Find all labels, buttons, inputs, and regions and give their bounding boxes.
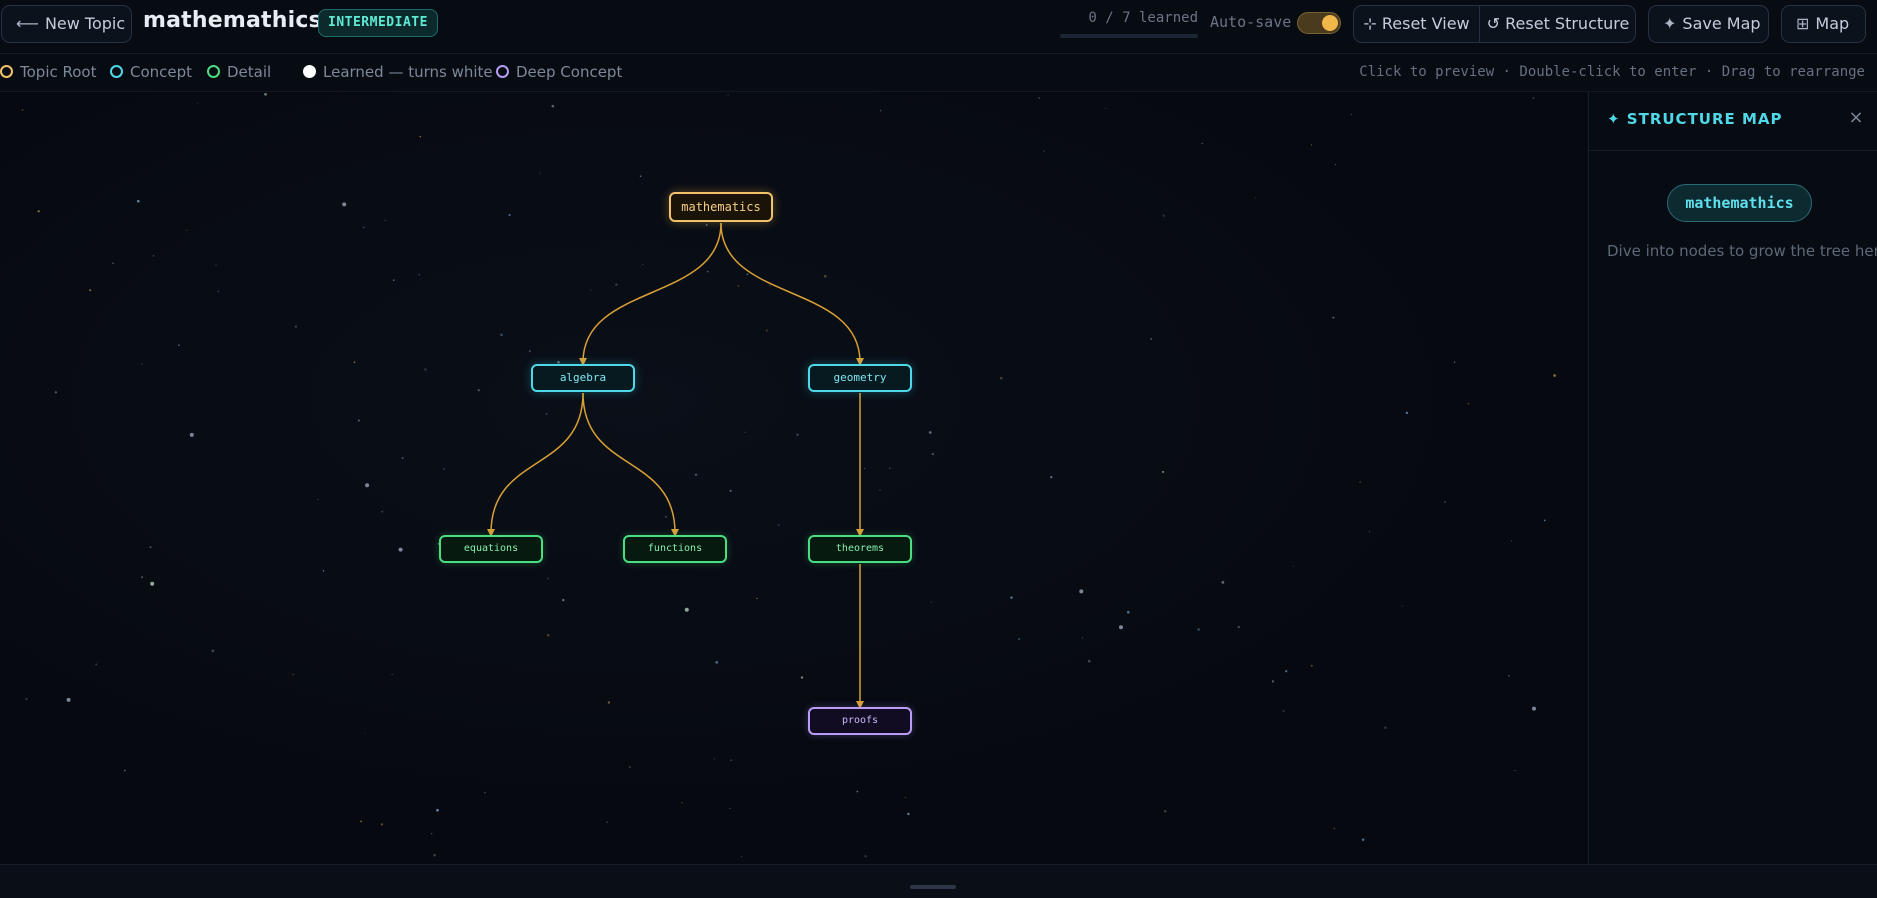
view-button-group: ⊹ Reset View ↺ Reset Structure bbox=[1353, 5, 1636, 43]
structure-map-empty-note: Dive into nodes to grow the tree here. bbox=[1607, 242, 1877, 260]
node-mathematics[interactable]: mathematics bbox=[669, 192, 773, 222]
grid-icon: ⊞ bbox=[1796, 14, 1810, 33]
autosave-toggle[interactable] bbox=[1297, 12, 1341, 34]
interaction-hint: Click to preview · Double-click to enter… bbox=[1359, 64, 1865, 80]
legend-bar: Topic Root Concept Detail Learned — turn… bbox=[0, 54, 1877, 92]
circle-outline-icon bbox=[110, 65, 123, 78]
crosshair-icon: ⊹ bbox=[1363, 14, 1377, 33]
circle-outline-icon bbox=[496, 65, 509, 78]
map-label: Map bbox=[1815, 14, 1850, 33]
structure-map-panel: ✦ STRUCTURE MAP × mathemathics Dive into… bbox=[1588, 92, 1877, 864]
legend-item-learned: Learned — turns white bbox=[303, 54, 493, 92]
save-map-label: Save Map bbox=[1682, 14, 1761, 33]
new-topic-button[interactable]: ⟵ New Topic bbox=[1, 5, 132, 43]
bottom-drawer-bar bbox=[0, 864, 1877, 898]
node-theorems[interactable]: theorems bbox=[808, 535, 912, 563]
arrow-left-icon: ⟵ bbox=[16, 14, 39, 33]
reset-icon: ↺ bbox=[1486, 14, 1501, 33]
structure-map-header: ✦ STRUCTURE MAP × bbox=[1589, 92, 1877, 151]
legend-label: Deep Concept bbox=[516, 63, 623, 81]
structure-map-root-node[interactable]: mathemathics bbox=[1667, 184, 1812, 222]
legend-item-concept: Concept bbox=[110, 54, 192, 92]
sparkle-icon: ✦ bbox=[1663, 14, 1677, 33]
reset-structure-button[interactable]: ↺ Reset Structure bbox=[1479, 6, 1635, 42]
reset-view-label: Reset View bbox=[1381, 14, 1470, 33]
level-badge: INTERMEDIATE bbox=[318, 9, 438, 37]
legend-item-topic-root: Topic Root bbox=[0, 54, 96, 92]
autosave-label: Auto-save bbox=[1210, 13, 1292, 31]
structure-map-title: ✦ STRUCTURE MAP bbox=[1607, 110, 1783, 128]
learned-progress-bar bbox=[1060, 34, 1198, 38]
node-algebra[interactable]: algebra bbox=[531, 364, 635, 392]
legend-item-deep-concept: Deep Concept bbox=[496, 54, 622, 92]
legend-label: Learned — turns white bbox=[323, 63, 493, 81]
reset-structure-label: Reset Structure bbox=[1505, 14, 1630, 33]
legend-label: Concept bbox=[130, 63, 193, 81]
edge-mathematics-algebra bbox=[579, 222, 722, 366]
legend-label: Detail bbox=[227, 63, 272, 81]
edge-algebra-functions bbox=[582, 392, 679, 537]
autosave-toggle-knob bbox=[1322, 15, 1338, 31]
save-map-button[interactable]: ✦ Save Map bbox=[1648, 5, 1769, 43]
edge-mathematics-geometry bbox=[720, 222, 864, 366]
map-button[interactable]: ⊞ Map bbox=[1781, 5, 1866, 43]
node-functions[interactable]: functions bbox=[623, 535, 727, 563]
legend-label: Topic Root bbox=[20, 63, 97, 81]
drawer-drag-handle[interactable] bbox=[910, 885, 956, 889]
node-equations[interactable]: equations bbox=[439, 535, 543, 563]
close-icon[interactable]: × bbox=[1844, 106, 1868, 130]
learned-progress-text: 0 / 7 learned bbox=[1088, 10, 1198, 26]
topic-title: mathemathics bbox=[143, 8, 322, 33]
filled-circle-icon bbox=[303, 65, 316, 78]
node-geometry[interactable]: geometry bbox=[808, 364, 912, 392]
circle-outline-icon bbox=[207, 65, 220, 78]
reset-view-button[interactable]: ⊹ Reset View bbox=[1354, 6, 1480, 42]
mind-map-canvas[interactable]: mathematics algebra geometry equations f… bbox=[0, 92, 1588, 864]
edge-algebra-equations bbox=[487, 392, 584, 537]
node-proofs[interactable]: proofs bbox=[808, 707, 912, 735]
tree-edges bbox=[487, 222, 864, 709]
new-topic-label: New Topic bbox=[44, 14, 126, 33]
legend-item-detail: Detail bbox=[207, 54, 271, 92]
top-toolbar: ⟵ New Topic mathemathics INTERMEDIATE 0 /… bbox=[0, 0, 1877, 54]
circle-outline-icon bbox=[0, 65, 13, 78]
